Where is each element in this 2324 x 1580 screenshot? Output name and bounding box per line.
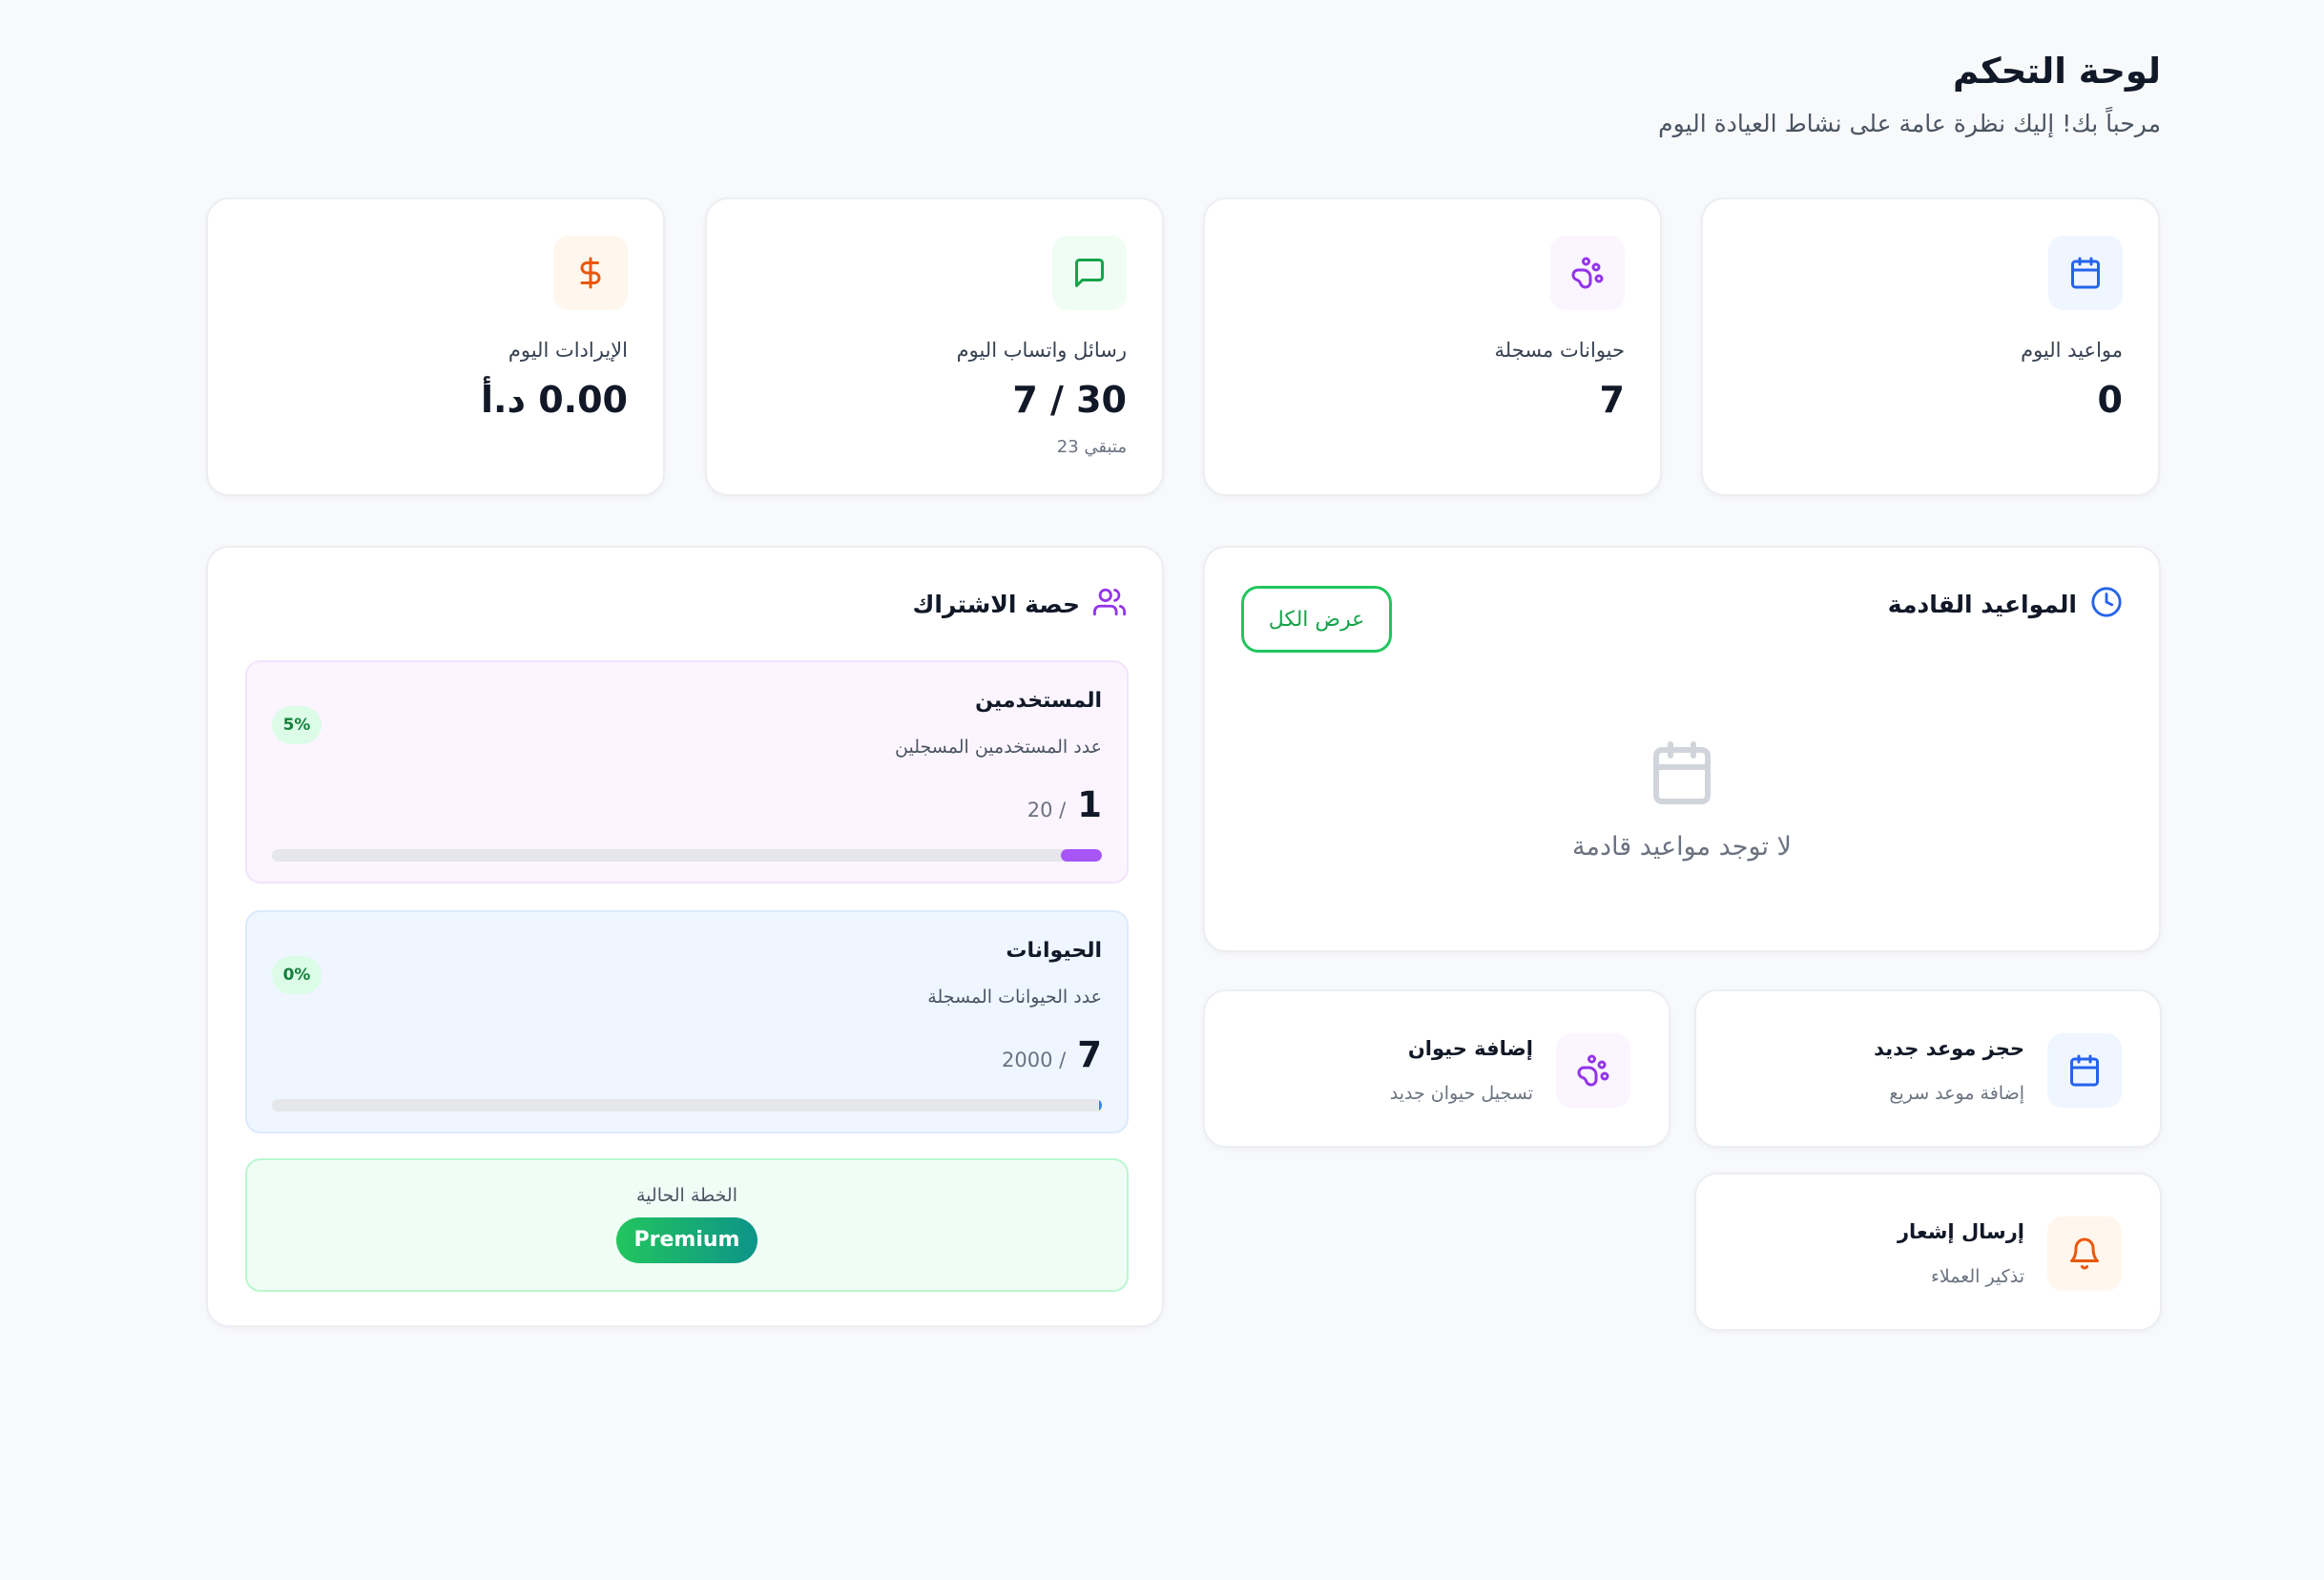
quota-limit: / 20 [1027, 799, 1067, 821]
stat-sub: متبقي 23 [1056, 437, 1127, 457]
stat-value: 7 / 30 [1012, 379, 1127, 421]
action-send-notification[interactable]: إرسال إشعار تذكير العملاء [1694, 1173, 2162, 1331]
calendar-icon [2048, 236, 2123, 310]
upcoming-appointments-card: المواعيد القادمة عرض الكل لا توجد مواعيد… [1203, 546, 2161, 952]
quota-count: 1 / 20 [1027, 784, 1102, 825]
quota-pets: الحيوانات عدد الحيوانات المسجلة 7 / 2000… [245, 910, 1129, 1133]
quota-progress-track [272, 849, 1102, 862]
quota-percent-badge: 5% [272, 706, 322, 744]
action-book-appointment[interactable]: حجز موعد جديد إضافة موعد سريع [1694, 989, 2162, 1148]
calendar-icon [2047, 1033, 2122, 1108]
quota-progress-fill [1060, 849, 1102, 862]
quota-progress-fill [1098, 1099, 1102, 1112]
section-header: المواعيد القادمة [1888, 586, 2123, 622]
page-title: لوحة التحكم [1953, 51, 2161, 92]
message-icon [1052, 236, 1127, 310]
stat-label: حيوانات مسجلة [1494, 339, 1625, 362]
action-title: إضافة حيوان [1407, 1037, 1533, 1060]
section-title: المواعيد القادمة [1887, 590, 2077, 618]
page-subtitle: مرحباً بك! إليك نظرة عامة على نشاط العيا… [1658, 110, 2161, 137]
dollar-icon [553, 236, 628, 310]
action-add-pet[interactable]: إضافة حيوان تسجيل حيوان جديد [1203, 989, 1670, 1148]
quota-progress-track [272, 1099, 1102, 1112]
section-title: حصة الاشتراك [912, 590, 1080, 618]
paw-icon [1550, 236, 1625, 310]
empty-text: لا توجد مواعيد قادمة [1572, 832, 1792, 862]
bell-icon [2047, 1216, 2122, 1291]
calendar-empty-icon [1648, 741, 1716, 811]
view-all-button[interactable]: عرض الكل [1241, 586, 1392, 653]
users-icon [1093, 586, 1126, 622]
quota-title: الحيوانات [1006, 939, 1102, 963]
empty-state: لا توجد مواعيد قادمة [1205, 738, 2159, 862]
plan-label: الخطة الحالية [636, 1185, 737, 1206]
action-subtitle: إضافة موعد سريع [1889, 1083, 2024, 1104]
clock-icon [2090, 586, 2123, 622]
stat-card-today-revenue: الإيرادات اليوم 0.00 د.أ [206, 198, 665, 496]
action-subtitle: تذكير العملاء [1930, 1266, 2024, 1287]
action-subtitle: تسجيل حيوان جديد [1389, 1083, 1533, 1104]
action-title: حجز موعد جديد [1874, 1037, 2024, 1060]
quota-count: 7 / 2000 [1002, 1034, 1102, 1075]
page-header: لوحة التحكم مرحباً بك! إليك نظرة عامة عل… [1016, 46, 2161, 143]
paw-icon [1556, 1033, 1630, 1108]
subscription-quota-card: حصة الاشتراك المستخدمين عدد المستخدمين ا… [206, 546, 1164, 1327]
quota-description: عدد المستخدمين المسجلين [895, 737, 1102, 758]
stat-label: مواعيد اليوم [2021, 339, 2123, 362]
stat-card-today-appointments: مواعيد اليوم 0 [1701, 198, 2160, 496]
quota-limit: / 2000 [1002, 1049, 1067, 1071]
quota-percent-badge: 0% [272, 956, 322, 994]
action-title: إرسال إشعار [1897, 1220, 2024, 1243]
quota-title: المستخدمين [975, 689, 1102, 713]
stat-value: 0 [2097, 379, 2123, 421]
quota-users: المستخدمين عدد المستخدمين المسجلين 1 / 2… [245, 660, 1129, 884]
stat-label: الإيرادات اليوم [508, 339, 628, 362]
stat-value: 7 [1599, 379, 1625, 421]
stat-card-registered-pets: حيوانات مسجلة 7 [1203, 198, 1662, 496]
current-plan-box: الخطة الحالية Premium [245, 1158, 1129, 1292]
stat-label: رسائل واتساب اليوم [956, 339, 1127, 362]
stat-value: 0.00 د.أ [481, 379, 628, 421]
plan-badge: Premium [615, 1217, 758, 1263]
quota-used: 7 [1077, 1034, 1102, 1075]
stat-card-whatsapp-messages: رسائل واتساب اليوم 7 / 30 متبقي 23 [705, 198, 1164, 496]
quota-description: عدد الحيوانات المسجلة [927, 987, 1102, 1008]
section-header: حصة الاشتراك [912, 586, 1126, 622]
quota-used: 1 [1077, 784, 1102, 825]
